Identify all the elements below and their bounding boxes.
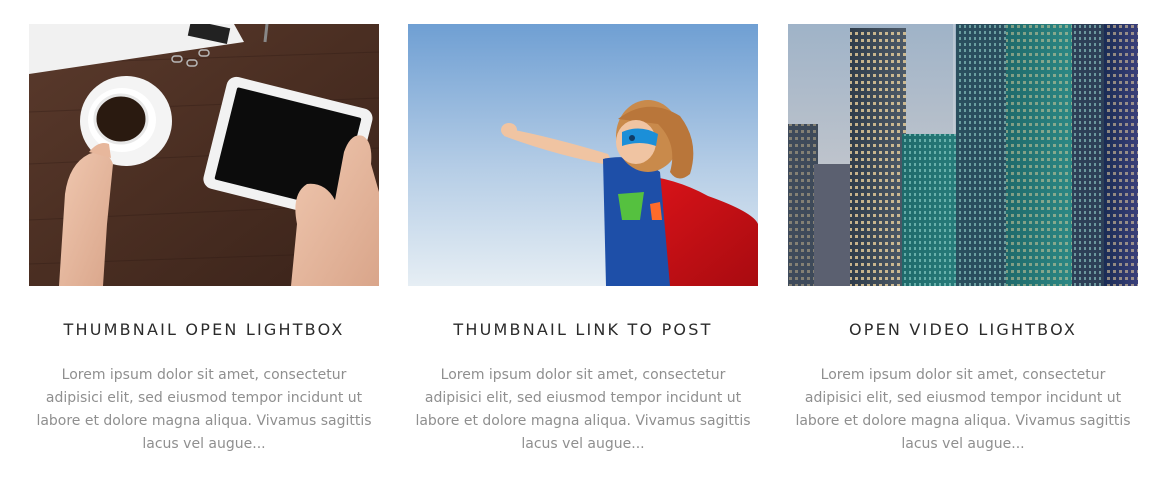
superhero-kid-image (408, 24, 758, 286)
card-excerpt: Lorem ipsum dolor sit amet, consectetur … (795, 367, 1131, 452)
card-excerpt: Lorem ipsum dolor sit amet, consectetur … (36, 367, 372, 452)
thumbnail-post-link[interactable] (408, 24, 758, 286)
desk-coffee-tablet-image (29, 24, 379, 286)
card-title[interactable]: OPEN VIDEO LIGHTBOX (788, 320, 1138, 340)
portfolio-grid: THUMBNAIL OPEN LIGHTBOX Lorem ipsum dolo… (0, 0, 1170, 478)
card-excerpt: Lorem ipsum dolor sit amet, consectetur … (415, 367, 751, 452)
video-lightbox-link[interactable] (788, 24, 1138, 286)
card-title[interactable]: THUMBNAIL LINK TO POST (408, 320, 758, 340)
portfolio-card: THUMBNAIL LINK TO POST Lorem ipsum dolor… (408, 24, 758, 456)
card-title[interactable]: THUMBNAIL OPEN LIGHTBOX (29, 320, 379, 340)
portfolio-card: OPEN VIDEO LIGHTBOX Lorem ipsum dolor si… (788, 24, 1138, 456)
city-skyscrapers-image (788, 24, 1138, 286)
thumbnail-lightbox-link[interactable] (29, 24, 379, 286)
portfolio-card: THUMBNAIL OPEN LIGHTBOX Lorem ipsum dolo… (29, 24, 379, 456)
